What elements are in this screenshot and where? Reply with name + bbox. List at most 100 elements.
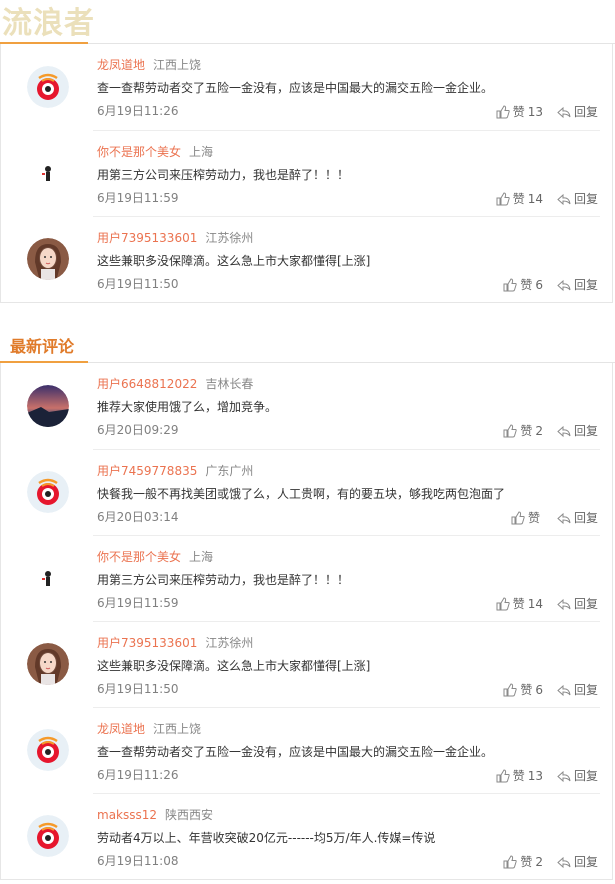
reply-arrow-icon <box>557 192 571 206</box>
like-label: 赞 <box>512 192 525 206</box>
comment-username[interactable]: 龙凤道地 <box>97 722 145 736</box>
comment-location: 江苏徐州 <box>205 231 254 245</box>
comment-item: 龙凤道地 江西上饶 查一查帮劳动者交了五险一金没有，应该是中国最大的漏交五险一金企业… <box>1 707 612 793</box>
comment-actions: 赞 13 回复 <box>496 767 598 784</box>
reply-label: 回复 <box>573 597 598 611</box>
comment-user-line: 用户7395133601 江苏徐州 <box>97 229 253 246</box>
comment-user-line: 你不是那个美女 上海 <box>97 143 213 160</box>
comment-actions: 赞 6 回复 <box>503 681 598 698</box>
comment-username[interactable]: maksss12 <box>97 808 157 822</box>
comment-username[interactable]: 用户6648812022 <box>97 377 197 391</box>
reply-arrow-icon <box>557 511 571 525</box>
comment-time: 6月20日03:14 <box>97 510 179 524</box>
comment-time: 6月19日11:59 <box>97 596 179 610</box>
like-button[interactable]: 赞 14 <box>496 190 543 207</box>
like-count: 14 <box>527 596 543 611</box>
like-button[interactable]: 赞 13 <box>496 103 543 120</box>
comment-item: 龙凤道地 江西上饶查一查帮劳动者交了五险一金没有，应该是中国最大的漏交五险一金企业… <box>1 44 612 130</box>
reply-arrow-icon <box>557 769 571 783</box>
avatar[interactable] <box>27 152 69 194</box>
reply-button[interactable]: 回复 <box>557 595 598 612</box>
comment-location: 江苏徐州 <box>205 636 254 650</box>
comment-text: 这些兼职多没保障滴。这么急上市大家都懂得[上涨] <box>97 659 371 673</box>
comment-time: 6月19日11:50 <box>97 682 179 696</box>
reply-label: 回复 <box>573 105 598 119</box>
reply-button[interactable]: 回复 <box>557 103 598 120</box>
comment-actions: 赞 2 回复 <box>503 853 598 870</box>
comment-username[interactable]: 龙凤道地 <box>97 58 145 72</box>
comment-actions: 赞 2 回复 <box>503 422 598 439</box>
reply-label: 回复 <box>573 769 598 783</box>
avatar[interactable] <box>27 238 69 280</box>
comment-location: 广东广州 <box>205 464 254 478</box>
latest-section-title: 最新评论 <box>10 337 75 356</box>
reply-arrow-icon <box>557 683 571 697</box>
comment-username[interactable]: 你不是那个美女 <box>97 145 181 159</box>
comment-item: 你不是那个美女 上海用第三方公司来压榨劳动力，我也是醉了！！！ 6月19日11:59… <box>1 535 612 621</box>
like-label: 赞 <box>520 683 533 697</box>
reply-button[interactable]: 回复 <box>557 509 598 526</box>
comment-time: 6月19日11:26 <box>97 104 179 118</box>
comment-username[interactable]: 你不是那个美女 <box>97 550 181 564</box>
comment-time: 6月19日11:08 <box>97 854 179 868</box>
avatar[interactable] <box>27 471 69 513</box>
like-button[interactable]: 赞6 <box>503 276 543 293</box>
comment-username[interactable]: 用户7395133601 <box>97 231 197 245</box>
reply-button[interactable]: 回复 <box>557 681 598 698</box>
comment-user-line: 龙凤道地 江西上饶 <box>97 720 201 737</box>
comment-text: 劳动者4万以上、年营收突破20亿元------均5万/年人.传媒=传说 <box>97 831 436 845</box>
avatar[interactable] <box>27 385 69 427</box>
comment-item: 用户7395133601 江苏徐州这些兼职多没保障滴。这么急上市大家都懂得[上涨]… <box>1 621 612 707</box>
comment-text: 快餐我一般不再找美团或饿了么，人工贵啊，有的要五块，够我吃两包泡面了 <box>97 487 506 501</box>
avatar[interactable] <box>27 66 69 108</box>
reply-button[interactable]: 回复 <box>557 422 598 439</box>
avatar[interactable] <box>27 729 69 771</box>
comment-actions: 赞 6 回复 <box>503 276 598 293</box>
avatar[interactable] <box>27 643 69 685</box>
reply-label: 回复 <box>573 424 598 438</box>
like-button[interactable]: 赞2 <box>503 853 543 870</box>
comment-actions: 赞 13 回复 <box>496 103 598 120</box>
comment-username[interactable]: 用户7459778835 <box>97 464 197 478</box>
like-label: 赞 <box>512 769 525 783</box>
watermark-logo: 流浪者 <box>2 6 95 41</box>
reply-button[interactable]: 回复 <box>557 276 598 293</box>
comment-text: 这些兼职多没保障滴。这么急上市大家都懂得[上涨] <box>97 254 371 268</box>
reply-label: 回复 <box>573 511 598 525</box>
reply-button[interactable]: 回复 <box>557 853 598 870</box>
comment-username[interactable]: 用户7395133601 <box>97 636 197 650</box>
comment-text: 查一查帮劳动者交了五险一金没有，应该是中国最大的漏交五险一金企业。 <box>97 81 494 95</box>
comment-user-line: 龙凤道地 江西上饶 <box>97 56 201 73</box>
like-label: 赞 <box>512 105 525 119</box>
thumbs-up-icon <box>496 768 510 783</box>
like-label: 赞 <box>520 424 533 438</box>
thumbs-up-icon <box>503 277 517 292</box>
avatar[interactable] <box>27 815 69 857</box>
comment-time: 6月19日11:59 <box>97 191 179 205</box>
like-button[interactable]: 赞6 <box>503 681 543 698</box>
latest-comment-list: 用户6648812022 吉林长春 推荐大家使用饿了么，增加竞争。 6月20日09:2… <box>0 363 613 880</box>
comment-text: 用第三方公司来压榨劳动力，我也是醉了！！！ <box>97 573 350 587</box>
comment-time: 6月20日09:29 <box>97 423 179 437</box>
comment-item: 你不是那个美女 上海用第三方公司来压榨劳动力，我也是醉了！！！ 6月19日11:59… <box>1 130 612 216</box>
comment-user-line: 用户7395133601 江苏徐州 <box>97 634 253 651</box>
like-label: 赞 <box>520 855 533 869</box>
like-button[interactable]: 赞 13 <box>496 767 543 784</box>
reply-button[interactable]: 回复 <box>557 767 598 784</box>
avatar[interactable] <box>27 557 69 599</box>
reply-label: 回复 <box>573 192 598 206</box>
like-label: 赞 <box>520 278 533 292</box>
comment-user-line: 用户6648812022 吉林长春 <box>97 375 253 392</box>
reply-button[interactable]: 回复 <box>557 190 598 207</box>
comment-user-line: 你不是那个美女 上海 <box>97 548 213 565</box>
like-label: 赞 <box>527 511 540 525</box>
like-button[interactable]: 赞 14 <box>496 595 543 612</box>
comment-location: 上海 <box>189 550 214 564</box>
comment-location: 上海 <box>189 145 214 159</box>
comment-text: 用第三方公司来压榨劳动力，我也是醉了！！！ <box>97 168 350 182</box>
like-button[interactable]: 赞 <box>511 509 543 526</box>
like-count: 13 <box>527 104 543 119</box>
hot-comment-list: 龙凤道地 江西上饶查一查帮劳动者交了五险一金没有，应该是中国最大的漏交五险一金企业… <box>0 44 613 303</box>
like-count: 6 <box>535 682 543 697</box>
like-button[interactable]: 赞2 <box>503 422 543 439</box>
